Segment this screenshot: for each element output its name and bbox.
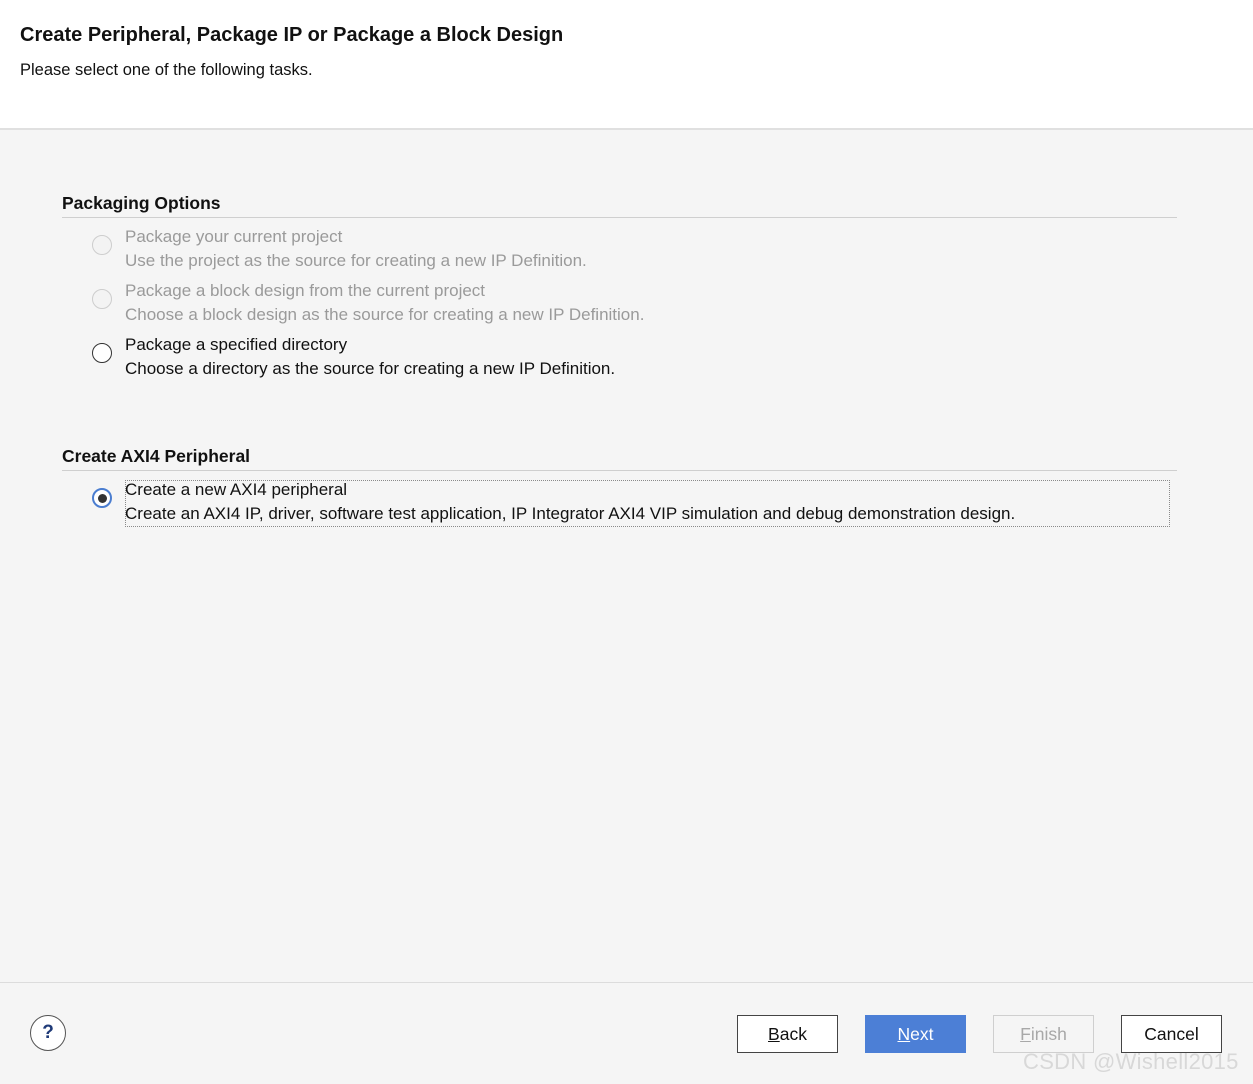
watermark: CSDN @Wishell2015: [1023, 1049, 1239, 1074]
option-package-current-project[interactable]: Package your current project Use the pro…: [90, 227, 1170, 283]
help-icon: ?: [42, 1022, 54, 1043]
option-description: Choose a block design as the source for …: [125, 305, 645, 324]
option-label: Package your current project: [125, 227, 343, 246]
cancel-button[interactable]: Cancel: [1121, 1015, 1222, 1053]
option-text: Create a new AXI4 peripheral Create an A…: [125, 478, 1015, 526]
next-button[interactable]: Next: [865, 1015, 966, 1053]
packaging-options-divider: [62, 217, 1177, 218]
option-description: Use the project as the source for creati…: [125, 251, 587, 270]
option-label: Package a block design from the current …: [125, 281, 486, 300]
option-label: Create a new AXI4 peripheral: [125, 480, 348, 499]
radio-dot: [97, 493, 107, 503]
wizard-header: Create Peripheral, Package IP or Package…: [0, 0, 1253, 130]
radio-button[interactable]: [92, 289, 112, 309]
help-button[interactable]: ?: [30, 1015, 66, 1051]
option-text: Package a block design from the current …: [125, 279, 644, 327]
finish-button[interactable]: Finish: [993, 1015, 1094, 1053]
page-title: Create Peripheral, Package IP or Package…: [20, 24, 564, 46]
option-package-block-design[interactable]: Package a block design from the current …: [90, 281, 1170, 337]
option-label: Package a specified directory: [125, 335, 348, 354]
radio-button[interactable]: [92, 235, 112, 255]
footer-divider: [0, 982, 1253, 983]
option-description: Choose a directory as the source for cre…: [125, 359, 616, 378]
option-description: Create an AXI4 IP, driver, software test…: [125, 504, 1016, 523]
packaging-options-heading: Packaging Options: [62, 193, 221, 213]
option-text: Package a specified directory Choose a d…: [125, 333, 615, 381]
option-package-specified-directory[interactable]: Package a specified directory Choose a d…: [90, 335, 1170, 391]
radio-button-selected[interactable]: [92, 488, 112, 508]
create-axi4-heading: Create AXI4 Peripheral: [62, 446, 251, 466]
back-button[interactable]: Back: [737, 1015, 838, 1053]
option-text: Package your current project Use the pro…: [125, 225, 587, 273]
create-axi4-divider: [62, 470, 1177, 471]
option-create-axi4-peripheral[interactable]: Create a new AXI4 peripheral Create an A…: [90, 480, 1170, 536]
page-subtitle: Please select one of the following tasks…: [20, 61, 313, 79]
radio-button[interactable]: [92, 343, 112, 363]
